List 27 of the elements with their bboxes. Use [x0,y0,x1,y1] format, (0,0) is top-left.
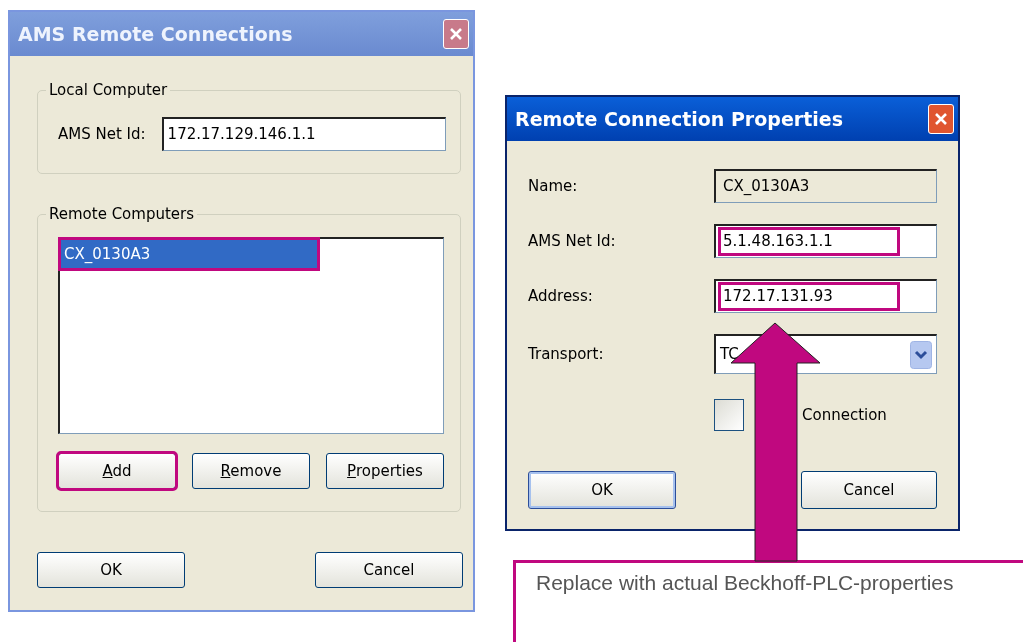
field-label: AMS Net Id: [58,123,146,145]
checkbox-label: Connection [802,404,887,426]
button[interactable]: Properties [326,453,444,489]
close-button[interactable] [443,19,469,49]
button[interactable]: Cancel [801,471,937,509]
field-label: Transport: [528,343,605,365]
computer-list[interactable]: CX_0130A3 [58,237,444,434]
close-icon[interactable] [449,27,463,41]
close-button[interactable] [928,104,954,134]
close-icon[interactable] [934,112,948,126]
window-title: AMS Remote Connections [18,21,293,47]
button[interactable]: OK [37,552,185,588]
text-field[interactable]: 5.1.48.163.1.1 [714,224,937,258]
list-item[interactable]: CX_0130A3 [60,239,318,269]
text-field[interactable]: CX_0130A3 [714,169,937,203]
callout-text: Replace with actual Beckhoff-PLC-properties [513,560,1023,642]
field-label: Name: [528,175,579,197]
button[interactable]: Add [58,453,176,489]
net-id-field[interactable]: 172.17.129.146.1.1 [161,117,446,151]
button[interactable]: Cancel [315,552,463,588]
window-title: Remote Connection Properties [515,106,843,132]
field-label: AMS Net Id: [528,230,617,252]
checkbox[interactable] [714,399,744,431]
button[interactable]: Remove [192,453,310,489]
text-field[interactable]: 172.17.131.93 [714,279,937,313]
field-label: Address: [528,285,594,307]
button[interactable]: OK [528,471,676,509]
